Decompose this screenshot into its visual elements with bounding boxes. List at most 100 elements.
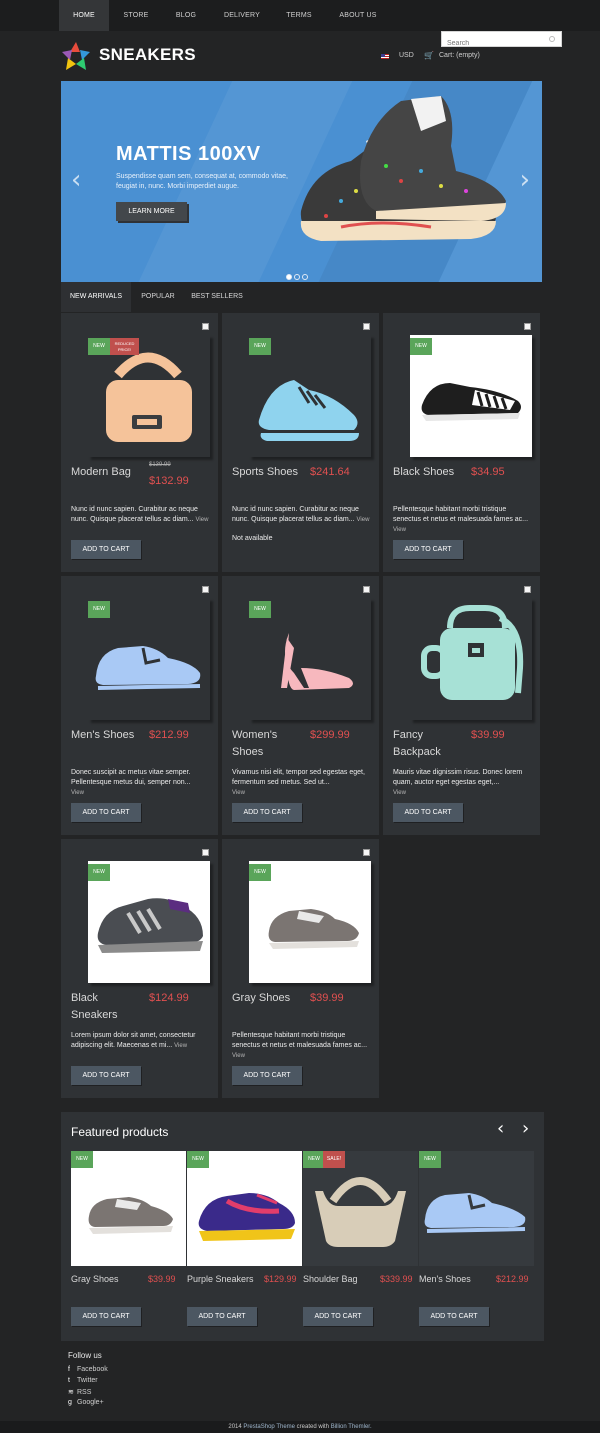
view-link[interactable]: View bbox=[393, 527, 406, 533]
us-flag-icon[interactable] bbox=[381, 54, 389, 59]
product-price: $39.99 bbox=[471, 729, 505, 741]
rss-link[interactable]: ≋ RSS bbox=[68, 1388, 91, 1396]
slider-next-arrow[interactable]: › bbox=[520, 165, 530, 195]
slider-dot-1[interactable] bbox=[286, 274, 292, 280]
new-badge: NEW bbox=[249, 864, 271, 881]
compare-checkbox[interactable] bbox=[363, 323, 370, 330]
product-card: NEW Men's Shoes $212.99 Donec suscipit a… bbox=[61, 576, 218, 835]
currency-selector[interactable]: USD bbox=[399, 52, 414, 59]
compare-checkbox[interactable] bbox=[363, 849, 370, 856]
nav-store[interactable]: STORE bbox=[113, 0, 159, 31]
add-to-cart-button[interactable]: ADD TO CART bbox=[393, 540, 463, 559]
new-badge: NEW bbox=[410, 338, 432, 355]
featured-products: Featured products ‹ › NEW Gray Shoes $39… bbox=[61, 1112, 544, 1341]
cart-icon[interactable]: 🛒 bbox=[424, 51, 434, 60]
view-link[interactable]: View bbox=[393, 790, 406, 796]
nav-terms[interactable]: TERMS bbox=[277, 0, 321, 31]
slider-dot-2[interactable] bbox=[294, 274, 300, 280]
google-plus-link[interactable]: g Google+ bbox=[68, 1399, 104, 1406]
product-price: $212.99 bbox=[149, 729, 189, 741]
compare-checkbox[interactable] bbox=[524, 323, 531, 330]
featured-next-arrow[interactable]: › bbox=[522, 1118, 529, 1139]
product-name[interactable]: Gray Shoes bbox=[232, 990, 304, 1007]
featured-image[interactable]: NEW bbox=[71, 1151, 186, 1266]
product-image[interactable] bbox=[410, 598, 532, 720]
learn-more-button[interactable]: LEARN MORE bbox=[116, 202, 187, 221]
add-to-cart-button[interactable]: ADD TO CART bbox=[71, 1066, 141, 1085]
featured-image[interactable]: NEW SALE! bbox=[303, 1151, 418, 1266]
add-to-cart-button[interactable]: ADD TO CART bbox=[419, 1307, 489, 1326]
add-to-cart-button[interactable]: ADD TO CART bbox=[187, 1307, 257, 1326]
compare-checkbox[interactable] bbox=[363, 586, 370, 593]
product-name[interactable]: Black Sneakers bbox=[71, 990, 143, 1024]
product-image[interactable]: NEW bbox=[88, 861, 210, 983]
product-image[interactable]: NEW bbox=[88, 598, 210, 720]
new-badge: NEW bbox=[187, 1151, 209, 1168]
featured-prev-arrow[interactable]: ‹ bbox=[497, 1118, 504, 1139]
add-to-cart-button[interactable]: ADD TO CART bbox=[393, 803, 463, 822]
compare-checkbox[interactable] bbox=[202, 323, 209, 330]
slider-prev-arrow[interactable]: ‹ bbox=[71, 165, 81, 195]
add-to-cart-button[interactable]: ADD TO CART bbox=[303, 1307, 373, 1326]
facebook-link[interactable]: f Facebook bbox=[68, 1366, 108, 1373]
view-link[interactable]: View bbox=[174, 1043, 187, 1049]
slider-dot-3[interactable] bbox=[302, 274, 308, 280]
view-link[interactable]: View bbox=[71, 790, 84, 796]
google-plus-icon: g bbox=[68, 1399, 72, 1406]
twitter-link[interactable]: t Twitter bbox=[68, 1377, 98, 1384]
search-icon[interactable] bbox=[549, 36, 555, 42]
product-name[interactable]: Women's Shoes bbox=[232, 727, 304, 761]
nav-home[interactable]: HOME bbox=[59, 0, 109, 31]
tab-new-arrivals[interactable]: NEW ARRIVALS bbox=[61, 282, 131, 312]
featured-name[interactable]: Shoulder Bag bbox=[303, 1274, 358, 1284]
add-to-cart-button[interactable]: ADD TO CART bbox=[71, 803, 141, 822]
nav-delivery[interactable]: DELIVERY bbox=[216, 0, 268, 31]
tab-best-sellers[interactable]: BEST SELLERS bbox=[187, 282, 247, 312]
compare-checkbox[interactable] bbox=[524, 586, 531, 593]
add-to-cart-button[interactable]: ADD TO CART bbox=[232, 1066, 302, 1085]
cart-summary[interactable]: Cart: (empty) bbox=[439, 52, 480, 59]
nav-blog[interactable]: BLOG bbox=[165, 0, 207, 31]
add-to-cart-button[interactable]: ADD TO CART bbox=[232, 803, 302, 822]
nav-about-us[interactable]: ABOUT US bbox=[330, 0, 386, 31]
logo-icon[interactable] bbox=[62, 42, 90, 70]
featured-image[interactable]: NEW bbox=[187, 1151, 302, 1266]
product-card: NEW Black Sneakers $124.99 Lorem ipsum d… bbox=[61, 839, 218, 1098]
footer-year: 2014 bbox=[228, 1424, 242, 1430]
featured-image[interactable]: NEW bbox=[419, 1151, 534, 1266]
slide-title: MATTIS 100XV bbox=[116, 143, 261, 165]
new-badge: NEW bbox=[88, 864, 110, 881]
add-to-cart-button[interactable]: ADD TO CART bbox=[71, 540, 141, 559]
footer-author-link[interactable]: Billion Themler. bbox=[331, 1424, 372, 1430]
product-image[interactable]: NEW REDUCED PRICE! bbox=[88, 335, 210, 457]
featured-name[interactable]: Men's Shoes bbox=[419, 1274, 471, 1284]
availability-status: Not available bbox=[232, 535, 273, 542]
product-description: Pellentesque habitant morbi tristique se… bbox=[232, 1032, 368, 1059]
footer-theme-link[interactable]: PrestaShop Theme bbox=[243, 1424, 295, 1430]
tab-popular[interactable]: POPULAR bbox=[133, 282, 183, 312]
search-input[interactable] bbox=[442, 36, 542, 51]
product-image[interactable]: NEW bbox=[249, 861, 371, 983]
product-name[interactable]: Modern Bag bbox=[71, 464, 143, 481]
product-image[interactable]: NEW bbox=[249, 598, 371, 720]
view-link[interactable]: View bbox=[357, 517, 370, 523]
search-box bbox=[441, 31, 562, 51]
product-image[interactable]: NEW bbox=[249, 335, 371, 457]
brand-name[interactable]: SNEAKERS bbox=[99, 45, 196, 65]
view-link[interactable]: View bbox=[232, 1053, 245, 1059]
product-name[interactable]: Sports Shoes bbox=[232, 464, 304, 481]
compare-checkbox[interactable] bbox=[202, 586, 209, 593]
view-link[interactable]: View bbox=[196, 517, 209, 523]
product-name[interactable]: Fancy Backpack bbox=[393, 727, 465, 761]
view-link[interactable]: View bbox=[232, 790, 245, 796]
new-badge: NEW bbox=[303, 1151, 325, 1168]
featured-name[interactable]: Purple Sneakers bbox=[187, 1274, 254, 1284]
product-image[interactable]: NEW bbox=[410, 335, 532, 457]
compare-checkbox[interactable] bbox=[202, 849, 209, 856]
add-to-cart-button[interactable]: ADD TO CART bbox=[71, 1307, 141, 1326]
featured-name[interactable]: Gray Shoes bbox=[71, 1274, 119, 1284]
product-name[interactable]: Men's Shoes bbox=[71, 727, 143, 744]
product-card: NEW Women's Shoes $299.99 Vivamus nisi e… bbox=[222, 576, 379, 835]
new-badge: NEW bbox=[419, 1151, 441, 1168]
product-name[interactable]: Black Shoes bbox=[393, 464, 465, 481]
